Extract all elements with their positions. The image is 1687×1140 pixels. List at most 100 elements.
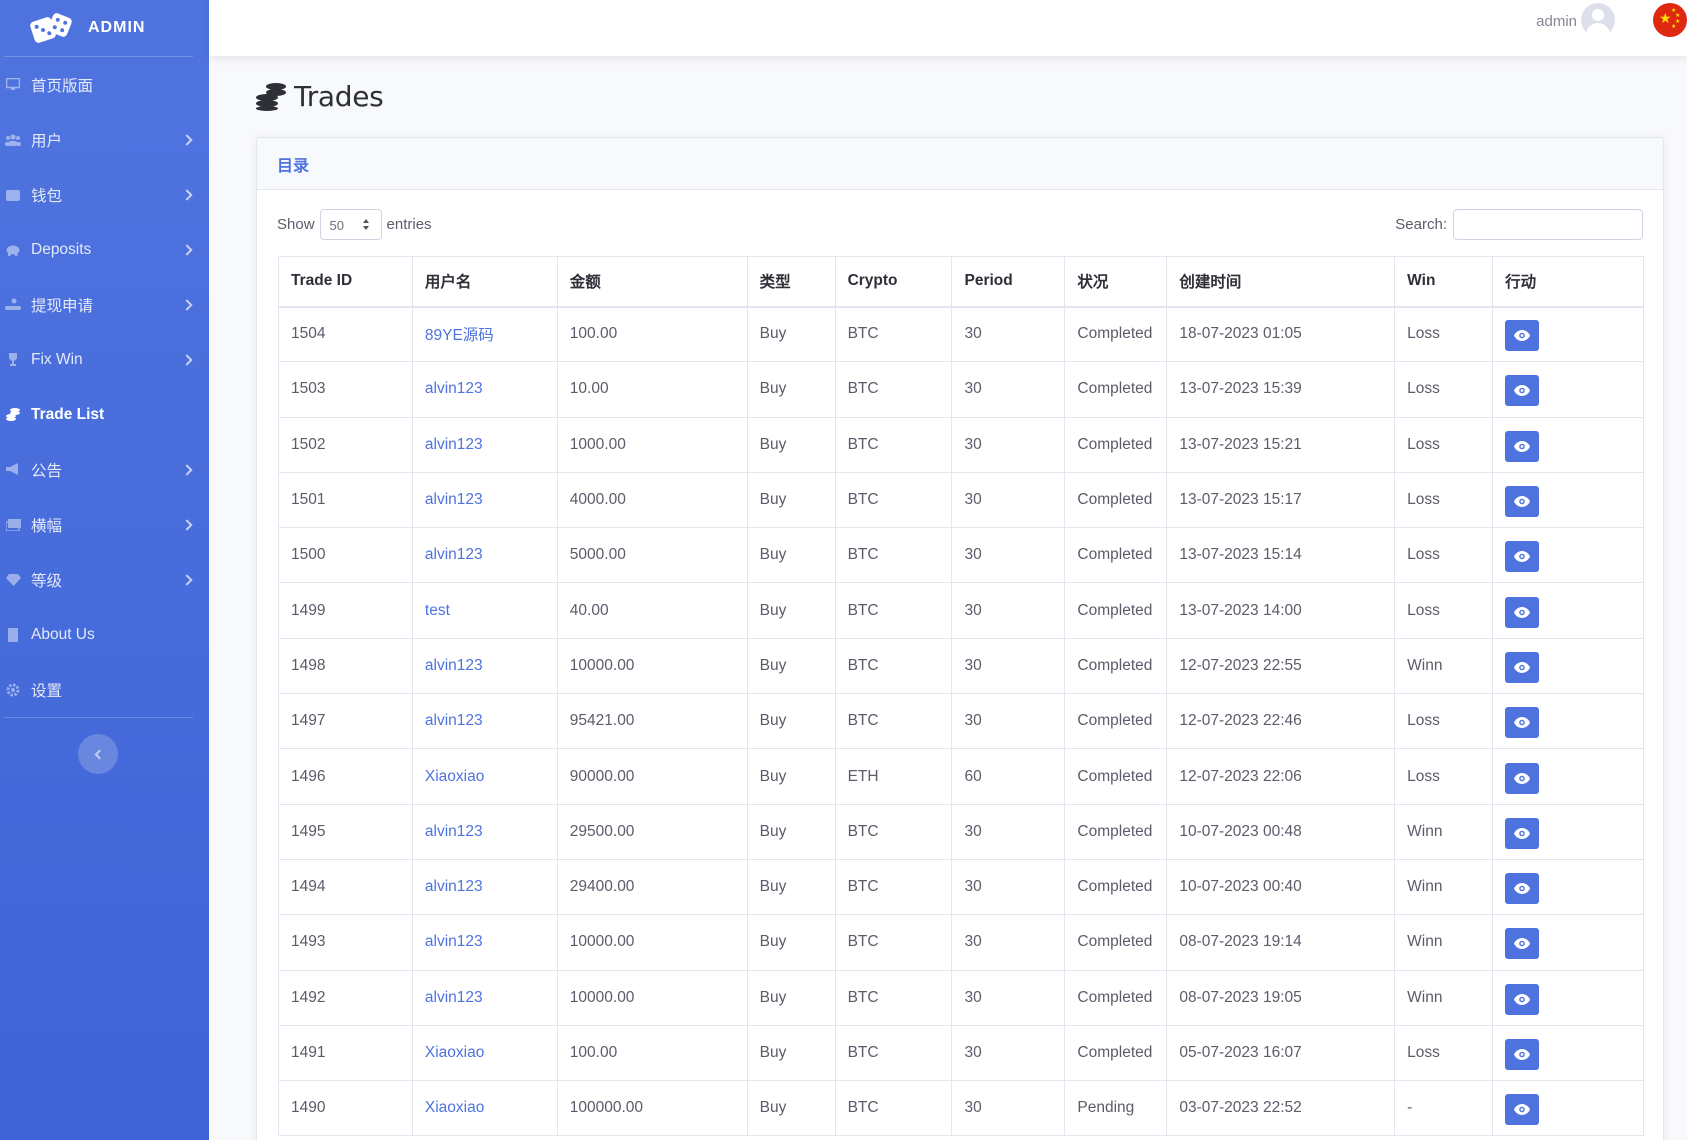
table-cell: Completed (1064, 748, 1168, 805)
action-cell (1492, 582, 1644, 639)
avatar[interactable] (1581, 3, 1615, 37)
table-cell: 13-07-2023 15:14 (1166, 527, 1396, 584)
table-cell: Buy (746, 582, 836, 639)
table-cell: 1494 (278, 858, 413, 916)
username-link[interactable]: test (411, 582, 558, 639)
username-link[interactable]: alvin123 (411, 527, 558, 584)
search-label: Search: (1395, 216, 1447, 233)
view-trade-button[interactable] (1505, 596, 1540, 628)
table-cell: 30 (951, 527, 1066, 584)
username-link[interactable]: alvin123 (411, 969, 558, 1026)
table-cell: Buy (746, 858, 836, 916)
column-header[interactable]: Trade ID (278, 256, 413, 308)
sidebar-item-3[interactable]: Deposits (0, 222, 209, 277)
table-row: 1499 test 40.00 Buy BTC 30 Completed 13-07-2023… (278, 582, 1644, 639)
coins-icon (256, 82, 286, 111)
column-header[interactable]: Period (951, 256, 1066, 308)
username-link[interactable]: 89YE源码 (411, 305, 558, 363)
building-icon (5, 627, 21, 643)
entries-select[interactable]: 50 (319, 209, 382, 240)
column-header[interactable]: 状况 (1064, 256, 1168, 308)
view-trade-button[interactable] (1505, 651, 1540, 683)
view-trade-button[interactable] (1505, 1094, 1540, 1126)
table-cell: Loss (1394, 527, 1494, 584)
table-cell: 30 (951, 305, 1066, 363)
view-trade-button[interactable] (1505, 983, 1540, 1015)
view-trade-button[interactable] (1505, 762, 1540, 794)
view-trade-button[interactable] (1505, 817, 1540, 849)
column-header[interactable]: Crypto (834, 256, 953, 308)
view-trade-button[interactable] (1505, 707, 1540, 739)
username-link[interactable]: Xiaoxiao (411, 1024, 558, 1082)
users-icon (5, 132, 21, 148)
sidebar-item-8[interactable]: 横幅 (0, 497, 209, 552)
chevron-right-icon (181, 298, 193, 311)
table-cell: 05-07-2023 16:07 (1166, 1024, 1396, 1082)
username-link[interactable]: alvin123 (411, 416, 558, 473)
table-row: 1493 alvin123 10000.00 Buy BTC 30 Completed 08-… (278, 914, 1644, 971)
column-header[interactable]: 用户名 (411, 256, 558, 308)
sidebar-item-10[interactable]: About Us (0, 607, 209, 662)
brand[interactable]: ADMIN (0, 0, 209, 56)
username-link[interactable]: alvin123 (411, 858, 558, 916)
username-link[interactable]: alvin123 (411, 471, 558, 529)
table-cell: Buy (746, 527, 836, 584)
table-cell: 90000.00 (556, 748, 748, 805)
view-trade-button[interactable] (1505, 375, 1540, 407)
sidebar-item-5[interactable]: Fix Win (0, 332, 209, 387)
column-header[interactable]: 行动 (1492, 256, 1644, 308)
table-cell: Completed (1064, 416, 1168, 473)
eye-icon (1514, 993, 1531, 1005)
table-cell: Completed (1064, 858, 1168, 916)
table-cell: BTC (834, 416, 953, 473)
show-label: Show (277, 216, 315, 233)
table-cell: Buy (746, 305, 836, 363)
sidebar-item-label: About Us (31, 625, 95, 643)
column-header[interactable]: 金额 (556, 256, 748, 308)
username-link[interactable]: alvin123 (411, 361, 558, 418)
table-cell: Loss (1394, 582, 1494, 639)
brand-text: ADMIN (88, 19, 146, 36)
action-cell (1492, 748, 1644, 805)
view-trade-button[interactable] (1505, 928, 1540, 960)
view-trade-button[interactable] (1505, 873, 1540, 905)
sidebar-toggle-button[interactable] (78, 734, 118, 774)
sidebar-item-11[interactable]: 设置 (0, 662, 209, 717)
view-trade-button[interactable] (1505, 320, 1540, 352)
column-header[interactable]: 创建时间 (1166, 256, 1396, 308)
view-trade-button[interactable] (1505, 1039, 1540, 1070)
table-cell: 30 (951, 416, 1066, 473)
sidebar-item-2[interactable]: 钱包 (0, 167, 209, 222)
chevron-right-icon (181, 243, 193, 256)
username-link[interactable]: alvin123 (411, 914, 558, 971)
column-header[interactable]: Win (1394, 256, 1494, 308)
username-link[interactable]: alvin123 (411, 803, 558, 860)
sidebar-item-4[interactable]: 提现申请 (0, 277, 209, 332)
action-cell (1492, 637, 1644, 695)
username-link[interactable]: Xiaoxiao (411, 748, 558, 805)
table-cell: 10000.00 (556, 914, 748, 971)
username-link[interactable]: alvin123 (411, 693, 558, 750)
eye-icon (1514, 717, 1531, 729)
table-cell: 30 (951, 803, 1066, 860)
eye-icon (1514, 1104, 1531, 1116)
view-trade-button[interactable] (1505, 430, 1540, 462)
table-cell: 08-07-2023 19:05 (1166, 969, 1396, 1026)
sidebar-item-7[interactable]: 公告 (0, 442, 209, 497)
sidebar-item-6[interactable]: Trade List (0, 387, 209, 442)
column-header[interactable]: 类型 (746, 256, 836, 308)
view-trade-button[interactable] (1505, 541, 1540, 573)
sidebar-item-label: Fix Win (31, 350, 83, 368)
table-cell: 10000.00 (556, 969, 748, 1026)
search-input[interactable] (1453, 209, 1643, 240)
user-name[interactable]: admin (1536, 13, 1577, 30)
sidebar-item-1[interactable]: 用户 (0, 112, 209, 167)
china-flag-icon[interactable]: ★ ★ ★ ★ ★ (1653, 3, 1687, 37)
sidebar-item-0[interactable]: 首页版面 (0, 57, 209, 112)
action-cell (1492, 969, 1644, 1026)
username-link[interactable]: alvin123 (411, 637, 558, 695)
view-trade-button[interactable] (1505, 486, 1540, 518)
action-cell (1492, 858, 1644, 916)
sidebar-item-9[interactable]: 等级 (0, 552, 209, 607)
username-link[interactable]: Xiaoxiao (411, 1080, 558, 1137)
